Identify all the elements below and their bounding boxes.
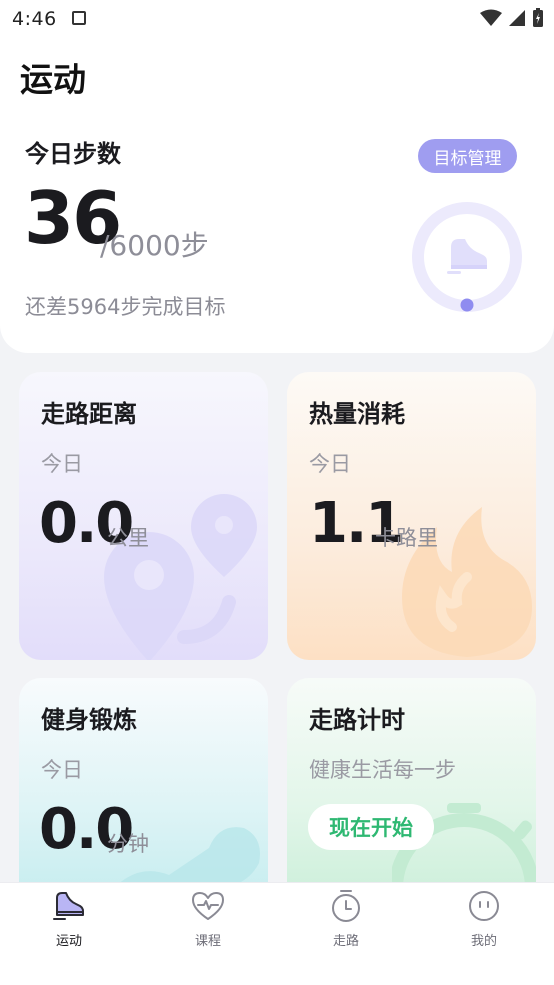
- distance-sub: 今日: [41, 452, 83, 476]
- exercise-unit: 分钟: [107, 832, 149, 856]
- calorie-card[interactable]: 热量消耗 今日 1.1 卡路里: [287, 372, 536, 660]
- start-now-button[interactable]: 现在开始: [308, 804, 434, 850]
- system-icons: [480, 8, 544, 28]
- calorie-title: 热量消耗: [309, 400, 405, 428]
- calorie-unit: 卡路里: [375, 526, 438, 550]
- calorie-sub: 今日: [309, 452, 351, 476]
- steps-remaining: 还差5964步完成目标: [25, 295, 226, 319]
- notification-icon: [72, 11, 86, 25]
- nav-label-sport: 运动: [55, 934, 82, 949]
- walk-timer-card[interactable]: 走路计时 健康生活每一步: [287, 678, 536, 888]
- wifi-icon: [480, 9, 502, 26]
- nav-label-walk: 走路: [332, 934, 359, 949]
- progress-dot: [460, 298, 474, 312]
- battery-icon: [533, 8, 543, 27]
- nav-item-sport[interactable]: 运动: [29, 888, 109, 949]
- signal-icon: [509, 10, 525, 26]
- nav-item-mine[interactable]: 我的: [444, 888, 524, 949]
- timer-sub: 健康生活每一步: [309, 758, 456, 782]
- steps-progress-ring: [412, 202, 522, 312]
- steps-title: 今日步数: [25, 140, 121, 168]
- exercise-card[interactable]: 健身锻炼 今日 0.0 分钟: [19, 678, 268, 888]
- goal-management-button[interactable]: 目标管理: [418, 139, 517, 173]
- timer-title: 走路计时: [309, 706, 405, 734]
- heart-pulse-icon: [192, 892, 224, 920]
- distance-title: 走路距离: [41, 400, 137, 428]
- page-title: 运动: [20, 60, 86, 99]
- stopwatch-icon: [332, 890, 360, 922]
- nav-label-course: 课程: [194, 934, 221, 949]
- exercise-sub: 今日: [41, 758, 83, 782]
- status-time: 4:46: [12, 8, 57, 30]
- distance-unit: 公里: [107, 526, 149, 550]
- nav-item-course[interactable]: 课程: [168, 888, 248, 949]
- steps-goal: /6000步: [100, 229, 209, 262]
- nav-label-mine: 我的: [470, 934, 497, 949]
- distance-card[interactable]: 走路距离 今日 0.0 公里: [19, 372, 268, 660]
- sneaker-icon: [53, 892, 84, 920]
- nav-item-walk[interactable]: 走路: [306, 888, 386, 949]
- exercise-title: 健身锻炼: [41, 706, 137, 734]
- face-icon: [469, 891, 499, 921]
